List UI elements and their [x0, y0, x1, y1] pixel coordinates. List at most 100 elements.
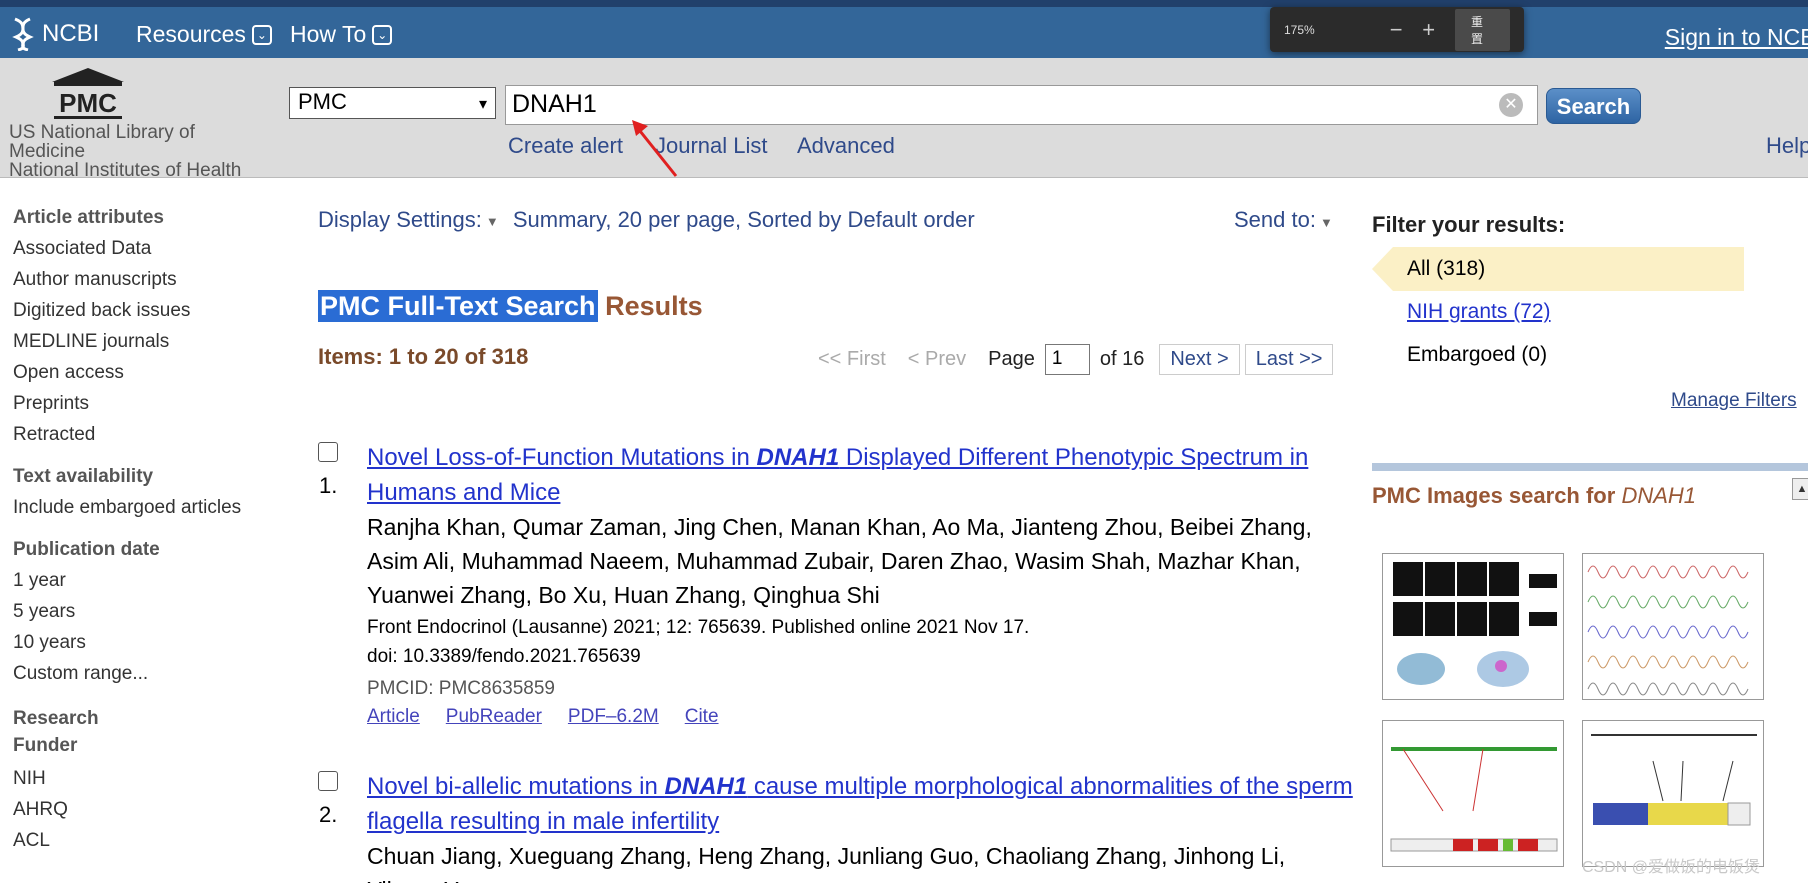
cite-link[interactable]: Cite — [685, 706, 719, 728]
filter-nih-grants[interactable]: NIH grants (72) — [1407, 300, 1551, 324]
create-alert-link[interactable]: Create alert — [508, 133, 623, 159]
sidebar-item-include-embargoed[interactable]: Include embargoed articles — [13, 496, 273, 527]
result-doi: doi: 10.3389/fendo.2021.765639 — [367, 646, 641, 667]
dna-helix-icon — [12, 17, 34, 51]
zoom-in-button[interactable]: + — [1412, 17, 1445, 43]
sidebar-item-ahrq[interactable]: AHRQ — [13, 798, 273, 829]
sidebar-item-preprints[interactable]: Preprints — [13, 392, 273, 423]
collapse-icon[interactable]: ▲ — [1792, 478, 1808, 500]
library-line-2: Medicine — [9, 141, 86, 162]
items-count: Items: 1 to 20 of 318 — [318, 344, 529, 369]
sidebar-item-medline-journals[interactable]: MEDLINE journals — [13, 330, 273, 361]
sidebar-item-acl[interactable]: ACL — [13, 829, 273, 860]
left-filter-sidebar: Article attributes Associated Data Autho… — [13, 207, 273, 860]
image-thumbnail[interactable] — [1382, 720, 1564, 867]
svg-text:PMC: PMC — [59, 88, 117, 118]
sidebar-item-digitized-back-issues[interactable]: Digitized back issues — [13, 299, 273, 330]
caret-down-icon: ▼ — [1319, 215, 1333, 230]
result-item: 1. Novel Loss-of-Function Mutations in D… — [318, 440, 1348, 730]
images-title-text: PMC Images search for — [1372, 483, 1622, 508]
filter-selected-pointer — [1372, 247, 1393, 291]
ncbi-logo-text: NCBI — [42, 20, 100, 47]
filter-all[interactable]: All (318) — [1393, 247, 1744, 291]
title-part: Novel Loss-of-Function Mutations in — [367, 444, 757, 471]
sidebar-head-publication-date: Publication date — [13, 539, 160, 560]
resources-menu[interactable]: Resources ⌄ — [136, 21, 272, 48]
sidebar-item-custom-range[interactable]: Custom range... — [13, 662, 273, 693]
zoom-out-button[interactable]: − — [1380, 17, 1413, 43]
sidebar-head-text-availability: Text availability — [13, 466, 154, 487]
result-pmcid: PMCID: PMC8635859 — [367, 678, 555, 699]
browser-zoom-popup: 175% − + 重置 — [1270, 7, 1524, 52]
gene-map-thumbnail-icon — [1390, 747, 1558, 852]
sign-in-link[interactable]: Sign in to NCBI — [1665, 24, 1808, 51]
database-select[interactable]: PMC ▾ — [289, 87, 496, 119]
image-thumbnail[interactable] — [1382, 553, 1564, 700]
section-divider — [1372, 463, 1808, 471]
title-part: Novel bi-allelic mutations in — [367, 773, 665, 800]
result-checkbox[interactable] — [318, 442, 338, 462]
sidebar-item-5-years[interactable]: 5 years — [13, 600, 273, 631]
howto-menu[interactable]: How To ⌄ — [290, 21, 393, 48]
result-authors: Ranjha Khan, Qumar Zaman, Jing Chen, Man… — [367, 514, 1312, 608]
sidebar-item-1-year[interactable]: 1 year — [13, 569, 273, 600]
result-number: 1. — [319, 473, 338, 498]
clear-search-icon[interactable]: ✕ — [1499, 93, 1523, 117]
pmc-logo[interactable]: PMC — [50, 68, 126, 120]
help-link[interactable]: Help — [1766, 133, 1808, 159]
sidebar-item-retracted[interactable]: Retracted — [13, 423, 273, 454]
image-thumbnail[interactable] — [1582, 553, 1764, 700]
chevron-down-icon: ⌄ — [251, 24, 272, 45]
search-button[interactable]: Search — [1546, 88, 1641, 124]
pdf-link[interactable]: PDF–6.2M — [568, 706, 659, 728]
red-arrow-annotation — [632, 120, 678, 177]
pager-last-button[interactable]: Last >> — [1244, 344, 1334, 375]
search-input[interactable]: DNAH1 — [505, 85, 1538, 125]
ncbi-logo[interactable]: NCBI — [10, 17, 99, 51]
result-item: 2. Novel bi-allelic mutations in DNAH1 c… — [318, 769, 1353, 883]
title-search-term: DNAH1 — [664, 773, 748, 800]
result-title-link[interactable]: Novel bi-allelic mutations in DNAH1 caus… — [367, 769, 1357, 839]
images-title-term: DNAH1 — [1621, 483, 1697, 508]
display-settings[interactable]: Display Settings: ▼ Summary, 20 per page,… — [318, 207, 975, 233]
pager-page-label: Page — [988, 348, 1035, 370]
result-checkbox[interactable] — [318, 771, 338, 791]
protein-domain-thumbnail-icon — [1591, 734, 1757, 826]
pager-next-button[interactable]: Next > — [1159, 344, 1240, 375]
zoom-reset-button[interactable]: 重置 — [1454, 8, 1510, 51]
sequencing-thumbnail-icon — [1587, 565, 1749, 696]
watermark: CSDN @爱做饭的电饭煲 — [1582, 859, 1761, 876]
chevron-down-icon: ▾ — [478, 96, 487, 113]
display-settings-label: Display Settings: — [318, 207, 482, 232]
database-select-value: PMC — [298, 89, 347, 114]
sidebar-item-open-access[interactable]: Open access — [13, 361, 273, 392]
page-number-input[interactable]: 1 — [1044, 344, 1090, 375]
display-settings-value: Summary, 20 per page, Sorted by Default … — [512, 207, 975, 232]
sidebar-head-research-funder: Research Funder — [13, 708, 99, 756]
pubreader-link[interactable]: PubReader — [446, 706, 542, 728]
manage-filters-link[interactable]: Manage Filters — [1671, 390, 1797, 412]
sidebar-item-nih[interactable]: NIH — [13, 767, 273, 798]
result-authors: Chuan Jiang, Xueguang Zhang, Heng Zhang,… — [367, 843, 1286, 883]
chevron-down-icon: ⌄ — [372, 24, 393, 45]
images-search-title: PMC Images search for DNAH1 — [1372, 483, 1696, 509]
resources-label: Resources — [136, 21, 246, 47]
search-query-text: DNAH1 — [512, 90, 597, 118]
result-citation: Front Endocrinol (Lausanne) 2021; 12: 76… — [367, 617, 1030, 638]
image-thumbnail[interactable] — [1582, 720, 1764, 867]
sidebar-item-associated-data[interactable]: Associated Data — [13, 237, 273, 268]
howto-label: How To — [290, 21, 367, 47]
send-to-label: Send to: — [1234, 207, 1316, 232]
article-link[interactable]: Article — [367, 706, 420, 728]
pager-first: << First — [818, 348, 886, 370]
filter-embargoed[interactable]: Embargoed (0) — [1407, 343, 1547, 367]
results-title-highlight: PMC Full-Text Search — [318, 290, 598, 322]
sidebar-item-10-years[interactable]: 10 years — [13, 631, 273, 662]
sidebar-item-author-manuscripts[interactable]: Author manuscripts — [13, 268, 273, 299]
advanced-link[interactable]: Advanced — [797, 133, 895, 159]
result-title-link[interactable]: Novel Loss-of-Function Mutations in DNAH… — [367, 440, 1357, 510]
send-to-menu[interactable]: Send to: ▼ — [1234, 207, 1333, 233]
